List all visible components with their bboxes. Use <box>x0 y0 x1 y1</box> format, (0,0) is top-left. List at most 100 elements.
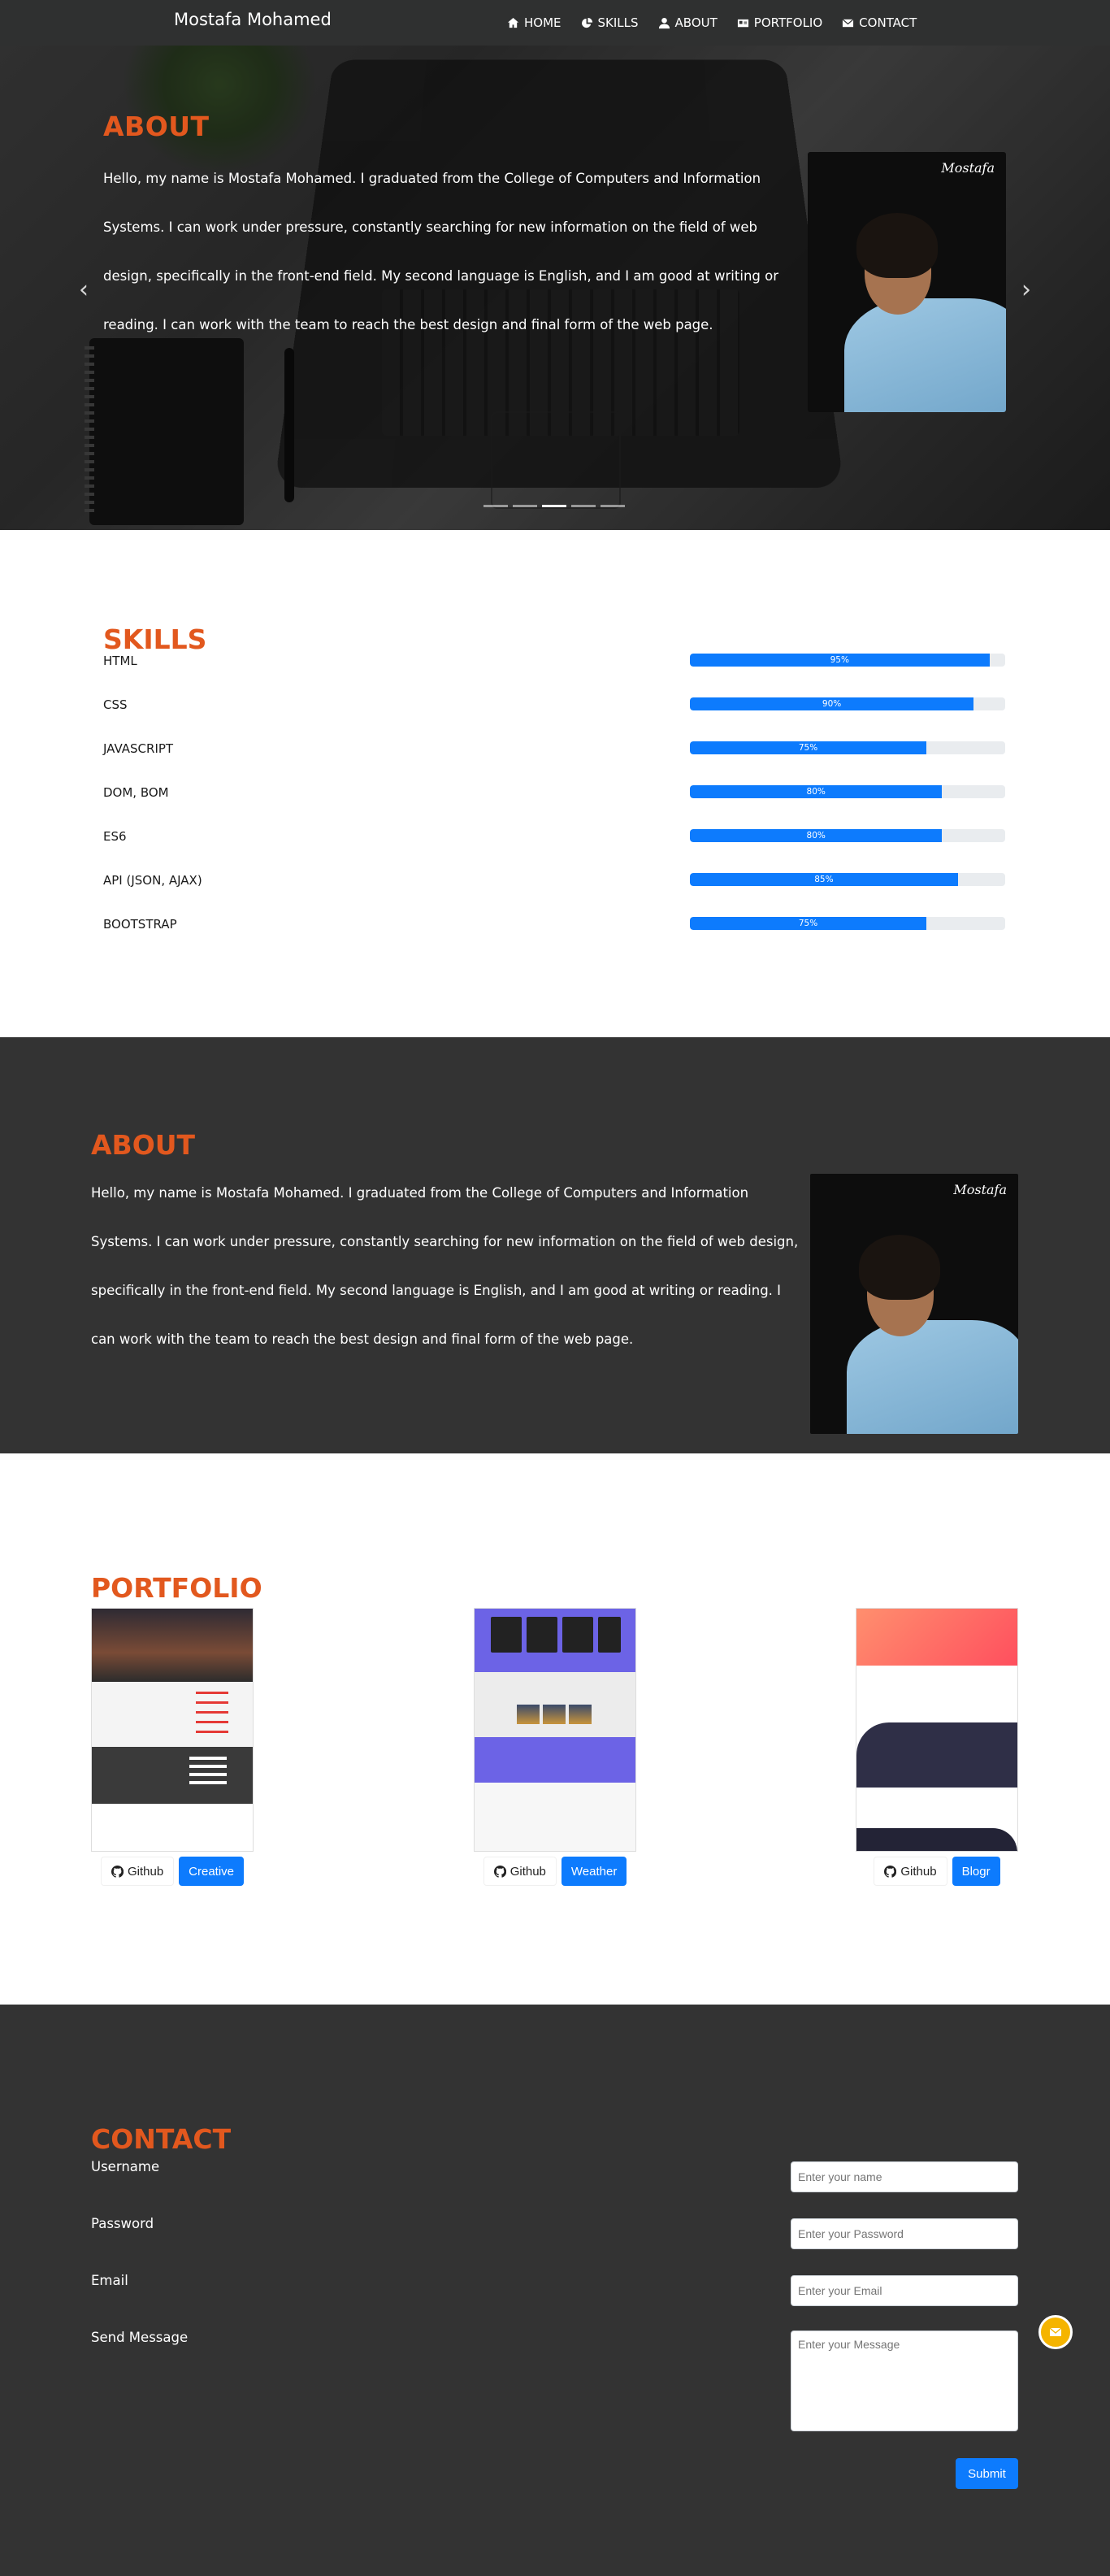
floating-message-button[interactable] <box>1038 2315 1073 2349</box>
nav-link-portfolio[interactable]: PORTFOLIO <box>737 15 822 30</box>
nav-links: HOME SKILLS ABOUT PORTFOLIO CONTACT <box>507 0 917 46</box>
card-actions: Github Creative <box>91 1857 254 1886</box>
carousel-indicator[interactable] <box>513 505 537 507</box>
preview-band <box>475 1737 635 1783</box>
portfolio-screenshot-creative[interactable] <box>91 1608 254 1852</box>
skills-section: SKILLS HTML 95% CSS 90% JAVASCRIPT 75% DOM, BO… <box>0 530 1110 1037</box>
carousel-indicator[interactable] <box>601 505 625 507</box>
portfolio-screenshot-weather[interactable] <box>474 1608 636 1852</box>
carousel-indicator-active[interactable] <box>542 505 566 507</box>
id-card-icon <box>737 19 748 27</box>
portrait-signature: Mostafa <box>953 1182 1007 1197</box>
skill-name: CSS <box>103 697 128 712</box>
github-button[interactable]: Github <box>100 1857 175 1886</box>
preview-line <box>189 1757 227 1760</box>
skill-name: API (JSON, AJAX) <box>103 873 202 888</box>
demo-button-weather[interactable]: Weather <box>561 1857 627 1886</box>
carousel-indicator[interactable] <box>483 505 508 507</box>
github-icon <box>884 1865 897 1878</box>
skill-row: HTML 95% <box>103 654 1005 678</box>
envelope-icon <box>842 18 854 27</box>
github-button[interactable]: Github <box>483 1857 557 1886</box>
skill-name: HTML <box>103 654 137 668</box>
preview-line <box>189 1765 227 1768</box>
submit-button[interactable]: Submit <box>956 2458 1018 2489</box>
nav-link-home[interactable]: HOME <box>507 15 562 30</box>
skill-row: DOM, BOM 80% <box>103 785 1005 810</box>
card-actions: Github Weather <box>474 1857 636 1886</box>
navbar: Mostafa Mohamed HOME SKILLS ABOUT PORTFO… <box>0 0 1110 46</box>
nav-link-about[interactable]: ABOUT <box>658 15 718 30</box>
nav-link-label: SKILLS <box>597 15 639 30</box>
skill-row: BOOTSTRAP 75% <box>103 917 1005 941</box>
nav-link-label: CONTACT <box>859 15 917 30</box>
hero-text: Hello, my name is Mostafa Mohamed. I gra… <box>103 171 778 332</box>
preview-image <box>543 1705 566 1724</box>
github-button[interactable]: Github <box>874 1857 947 1886</box>
skill-row: CSS 90% <box>103 697 1005 722</box>
preview-top <box>475 1609 635 1672</box>
password-label: Password <box>91 2216 154 2231</box>
portfolio-section: PORTFOLIO Github Creative Github Weather… <box>0 1453 1110 2005</box>
portfolio-card-blogr: Github Blogr <box>856 1608 1018 1886</box>
skill-progress-fill: 90% <box>690 697 974 710</box>
github-label: Github <box>127 1864 164 1879</box>
about-title: ABOUT <box>91 1129 196 1161</box>
github-label: Github <box>509 1864 546 1879</box>
github-label: Github <box>900 1864 937 1879</box>
portrait-signature: Mostafa <box>941 160 995 176</box>
carousel-indicator[interactable] <box>571 505 596 507</box>
nav-link-skills[interactable]: SKILLS <box>581 15 639 30</box>
brand-name[interactable]: Mostafa Mohamed <box>174 10 332 29</box>
skill-row: ES6 80% <box>103 829 1005 854</box>
preview-line <box>196 1692 228 1694</box>
skill-progress-fill: 80% <box>690 785 943 798</box>
email-input[interactable] <box>791 2275 1018 2306</box>
nav-link-label: HOME <box>524 15 562 30</box>
github-icon <box>111 1865 124 1878</box>
nav-link-label: ABOUT <box>674 15 718 30</box>
skill-row: JAVASCRIPT 75% <box>103 741 1005 766</box>
creative-preview <box>92 1609 253 1851</box>
password-input[interactable] <box>791 2218 1018 2249</box>
skill-progress-fill: 80% <box>690 829 943 842</box>
home-icon <box>507 17 519 28</box>
nav-link-contact[interactable]: CONTACT <box>842 15 917 30</box>
user-icon <box>658 17 670 28</box>
message-label: Send Message <box>91 2330 189 2345</box>
portfolio-card-creative: Github Creative <box>91 1608 254 1886</box>
skill-progress-fill: 75% <box>690 917 926 930</box>
card-actions: Github Blogr <box>856 1857 1018 1886</box>
chevron-left-icon: ‹ <box>79 275 89 304</box>
demo-button-creative[interactable]: Creative <box>179 1857 245 1886</box>
portfolio-screenshot-blogr[interactable] <box>856 1608 1018 1852</box>
preview-image <box>569 1705 592 1724</box>
preview-content <box>856 1788 1017 1828</box>
preview-line <box>196 1701 228 1704</box>
contact-section: CONTACT Username Password Email Send Mes… <box>0 2005 1110 2576</box>
skill-progress-bar: 80% <box>690 829 1005 842</box>
username-input[interactable] <box>791 2161 1018 2192</box>
preview-image <box>517 1705 540 1724</box>
portrait-shirt <box>847 1320 1018 1434</box>
hero-profile-photo: Mostafa <box>808 152 1006 412</box>
skill-progress-fill: 85% <box>690 873 958 886</box>
skill-name: BOOTSTRAP <box>103 917 177 932</box>
preview-dark-band <box>92 1747 253 1804</box>
carousel-next-button[interactable]: › <box>1010 273 1043 306</box>
preview-form <box>92 1682 253 1747</box>
demo-button-blogr[interactable]: Blogr <box>952 1857 1000 1886</box>
skill-row: API (JSON, AJAX) 85% <box>103 873 1005 897</box>
email-label: Email <box>91 2273 128 2288</box>
carousel-prev-button[interactable]: ‹ <box>67 273 100 306</box>
contact-title: CONTACT <box>91 2123 232 2155</box>
preview-content <box>856 1666 1017 1722</box>
message-textarea[interactable] <box>791 2331 1018 2431</box>
chevron-right-icon: › <box>1021 275 1031 304</box>
preview-hero <box>92 1609 253 1682</box>
skill-progress-bar: 95% <box>690 654 1005 667</box>
blogr-preview <box>856 1609 1017 1851</box>
portrait-image: Mostafa <box>808 152 1006 412</box>
about-profile-photo: Mostafa <box>810 1174 1018 1434</box>
preview-weather-card <box>598 1617 621 1653</box>
